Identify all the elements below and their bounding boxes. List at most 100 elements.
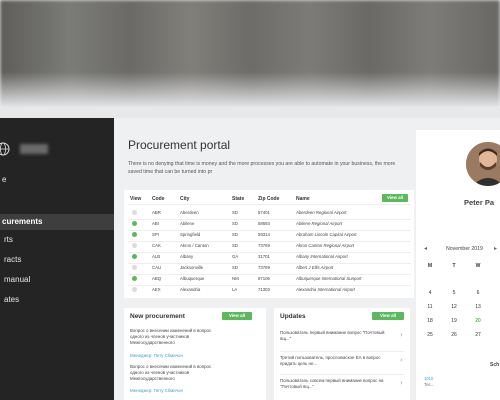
col-header-state: State — [232, 196, 245, 202]
col-header-zip: Zip Code — [258, 196, 280, 202]
cell-zip: 57401 — [258, 210, 270, 215]
schedule-link[interactable]: 1010 — [424, 376, 433, 381]
calendar-weekday: M — [427, 263, 433, 269]
cell-code: ABQ — [152, 276, 162, 281]
cell-zip: 73769 — [258, 265, 270, 270]
calendar-prev-icon[interactable]: ◂ — [424, 245, 427, 252]
cell-name: Albuquerque International Sunport — [296, 276, 362, 281]
update-item[interactable]: Пользователь первый внимание вопрос "Поч… — [274, 326, 410, 350]
profile-name: Peter Pa — [464, 198, 495, 207]
cell-state: SD — [232, 243, 238, 248]
calendar-weekday: T — [452, 263, 456, 269]
procurement-item-author-link[interactable]: Менеджер: Пету Сбмичон — [130, 388, 183, 393]
new-procurement-view-all-button[interactable]: View all — [222, 312, 252, 320]
blurred-header-banner — [0, 0, 500, 108]
calendar-day[interactable]: 11 — [424, 304, 436, 310]
update-item-text: Пользователь первый внимание вопрос "Поч… — [280, 330, 385, 341]
header-divider — [128, 204, 411, 205]
calendar-day[interactable]: 18 — [424, 318, 436, 324]
cell-code: AEX — [152, 287, 161, 292]
table-row[interactable]: ABR Aberdeen SD 57401 Aberdeen Regional … — [124, 209, 414, 219]
table-row[interactable]: ABI Abilene SD 58693 Abilene Regional Ai… — [124, 220, 414, 230]
calendar-day[interactable]: 6 — [472, 290, 484, 296]
cell-state: SD — [232, 221, 238, 226]
table-row[interactable]: AEX Alexandria LA 71303 Alexandria Inter… — [124, 286, 414, 296]
cell-zip: 87106 — [258, 276, 270, 281]
sidebar-item-manual[interactable]: manual — [0, 272, 114, 288]
cell-zip: 71303 — [258, 287, 270, 292]
cell-code: ABI — [152, 221, 159, 226]
table-row[interactable]: CAK Akron / Canton SD 73769 Akron Canton… — [124, 242, 414, 252]
table-row[interactable]: CAU Jacksonville SD 73769 Albert J Ellis… — [124, 264, 414, 274]
cell-name: Abilene Regional Airport — [296, 221, 343, 226]
cell-city: Springfield — [180, 232, 201, 237]
calendar-month: November 2019 — [446, 246, 483, 252]
cell-code: ABR — [152, 210, 161, 215]
update-item[interactable]: Пользователь совсем первый внимание вопр… — [274, 375, 410, 397]
calendar-day[interactable]: 25 — [424, 332, 436, 338]
update-item-text: Пользователь совсем первый внимание вопр… — [280, 378, 384, 389]
cell-city: Albany — [180, 254, 194, 259]
table-row[interactable]: SPI Springfield SD 59314 Abraham Lincoln… — [124, 231, 414, 241]
cell-city: Abilene — [180, 221, 195, 226]
cell-city: Akron / Canton — [180, 243, 209, 248]
calendar-day[interactable]: 4 — [424, 290, 436, 296]
status-dot — [132, 265, 137, 270]
procurement-table-card: View Code City State Zip Code Name View … — [124, 190, 414, 298]
status-dot — [132, 221, 137, 226]
cell-state: LA — [232, 287, 238, 292]
cell-zip: 31701 — [258, 254, 270, 259]
cell-state: GA — [232, 254, 239, 259]
cell-zip: 73769 — [258, 243, 270, 248]
sidebar-item-contracts[interactable]: racts — [0, 252, 114, 268]
updates-title: Updates — [280, 313, 306, 320]
calendar-day-highlighted[interactable]: 20 — [472, 318, 484, 324]
cell-code: ALB — [152, 254, 161, 259]
calendar-day[interactable]: 12 — [448, 304, 460, 310]
sidebar: e curements rts racts manual ates — [0, 118, 114, 400]
status-dot — [132, 232, 137, 237]
view-all-button[interactable]: View all — [382, 194, 408, 202]
status-dot — [132, 287, 137, 292]
cell-code: SPI — [152, 232, 159, 237]
table-row[interactable]: ABQ Albuquerque NM 87106 Albuquerque Int… — [124, 275, 414, 285]
cell-name: Albany International Airport — [296, 254, 348, 259]
status-dot — [132, 254, 137, 259]
calendar-day[interactable]: 19 — [448, 318, 460, 324]
sidebar-item-updates[interactable]: ates — [0, 292, 114, 308]
updates-card: Updates View all Пользователь первый вни… — [274, 308, 410, 400]
status-dot — [132, 210, 137, 215]
cell-city: Jacksonville — [180, 265, 204, 270]
cell-code: CAU — [152, 265, 162, 270]
cell-state: SD — [232, 265, 238, 270]
calendar-day[interactable]: 27 — [472, 332, 484, 338]
sidebar-item-procurements[interactable]: curements — [0, 214, 114, 230]
page-description: There is no denying that time is money a… — [128, 161, 396, 175]
globe-icon — [0, 142, 10, 156]
cell-city: Albuquerque — [180, 276, 205, 281]
update-item[interactable]: Третий пользователь, прослоемское ЕА в в… — [274, 352, 410, 374]
cell-city: Aberdeen — [180, 210, 199, 215]
schedule-title: Sch — [490, 362, 500, 368]
procurement-item-author-link[interactable]: Менеджер: Пету Сбмичон — [130, 353, 183, 358]
blurred-user-name — [20, 144, 48, 154]
sidebar-item-home[interactable]: e — [0, 172, 114, 188]
cell-zip: 59314 — [258, 232, 270, 237]
procurement-item-text: Вопрос о внесении изменений в вопрос одн… — [130, 328, 212, 345]
procurement-item-text: Вопрос о внесении изменений в вопрос одн… — [130, 364, 212, 381]
calendar-day[interactable]: 13 — [472, 304, 484, 310]
table-row[interactable]: ALB Albany GA 31701 Albany International… — [124, 253, 414, 263]
calendar-next-icon[interactable]: ▸ — [494, 245, 497, 252]
sidebar-item-reports[interactable]: rts — [0, 232, 114, 248]
cell-name: Abraham Lincoln Capital Airport — [296, 232, 357, 237]
status-dot — [132, 276, 137, 281]
calendar-day[interactable]: 26 — [448, 332, 460, 338]
calendar-day[interactable]: 5 — [448, 290, 460, 296]
updates-view-all-button[interactable]: View all — [372, 312, 404, 320]
avatar[interactable] — [466, 142, 500, 186]
cell-state: SD — [232, 232, 238, 237]
col-header-code: Code — [152, 196, 165, 202]
status-dot — [132, 243, 137, 248]
schedule-text: Тес... — [424, 382, 435, 387]
new-procurement-title: New procurement — [130, 313, 185, 320]
